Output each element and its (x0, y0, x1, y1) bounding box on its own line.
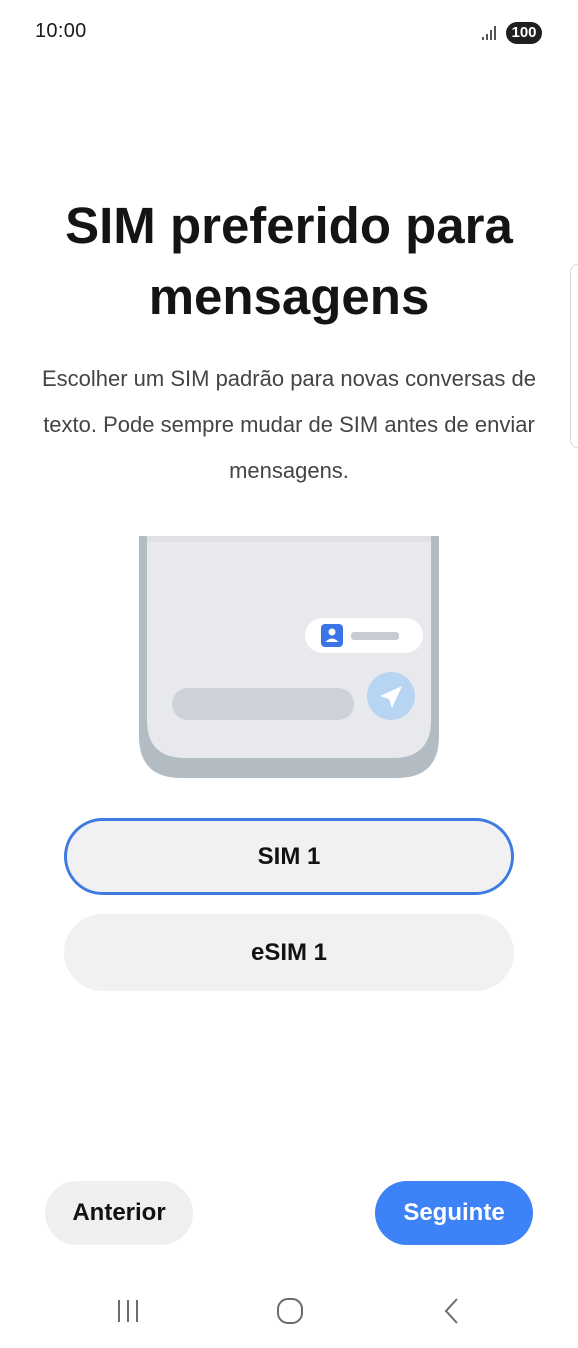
status-time: 10:00 (35, 20, 87, 42)
previous-button[interactable]: Anterior (45, 1181, 193, 1245)
battery-indicator: 100 (506, 22, 542, 44)
messaging-illustration (139, 536, 439, 778)
status-bar: 10:00 100 (0, 0, 578, 66)
recent-apps-icon[interactable] (108, 1291, 148, 1331)
home-icon[interactable] (270, 1291, 310, 1331)
page-title: SIM preferido para mensagens (65, 197, 513, 325)
edge-panel-handle[interactable] (570, 264, 578, 448)
back-icon[interactable] (432, 1291, 472, 1331)
signal-bars-icon (482, 26, 496, 40)
next-button[interactable]: Seguinte (375, 1181, 533, 1245)
contact-card-icon (321, 624, 343, 647)
sim-option-esim1[interactable]: eSIM 1 (64, 914, 514, 991)
send-icon (367, 672, 415, 720)
page-subtitle: Escolher um SIM padrão para novas conver… (41, 366, 537, 483)
sim-option-sim1[interactable]: SIM 1 (64, 818, 514, 895)
navigation-bar (0, 1275, 578, 1348)
